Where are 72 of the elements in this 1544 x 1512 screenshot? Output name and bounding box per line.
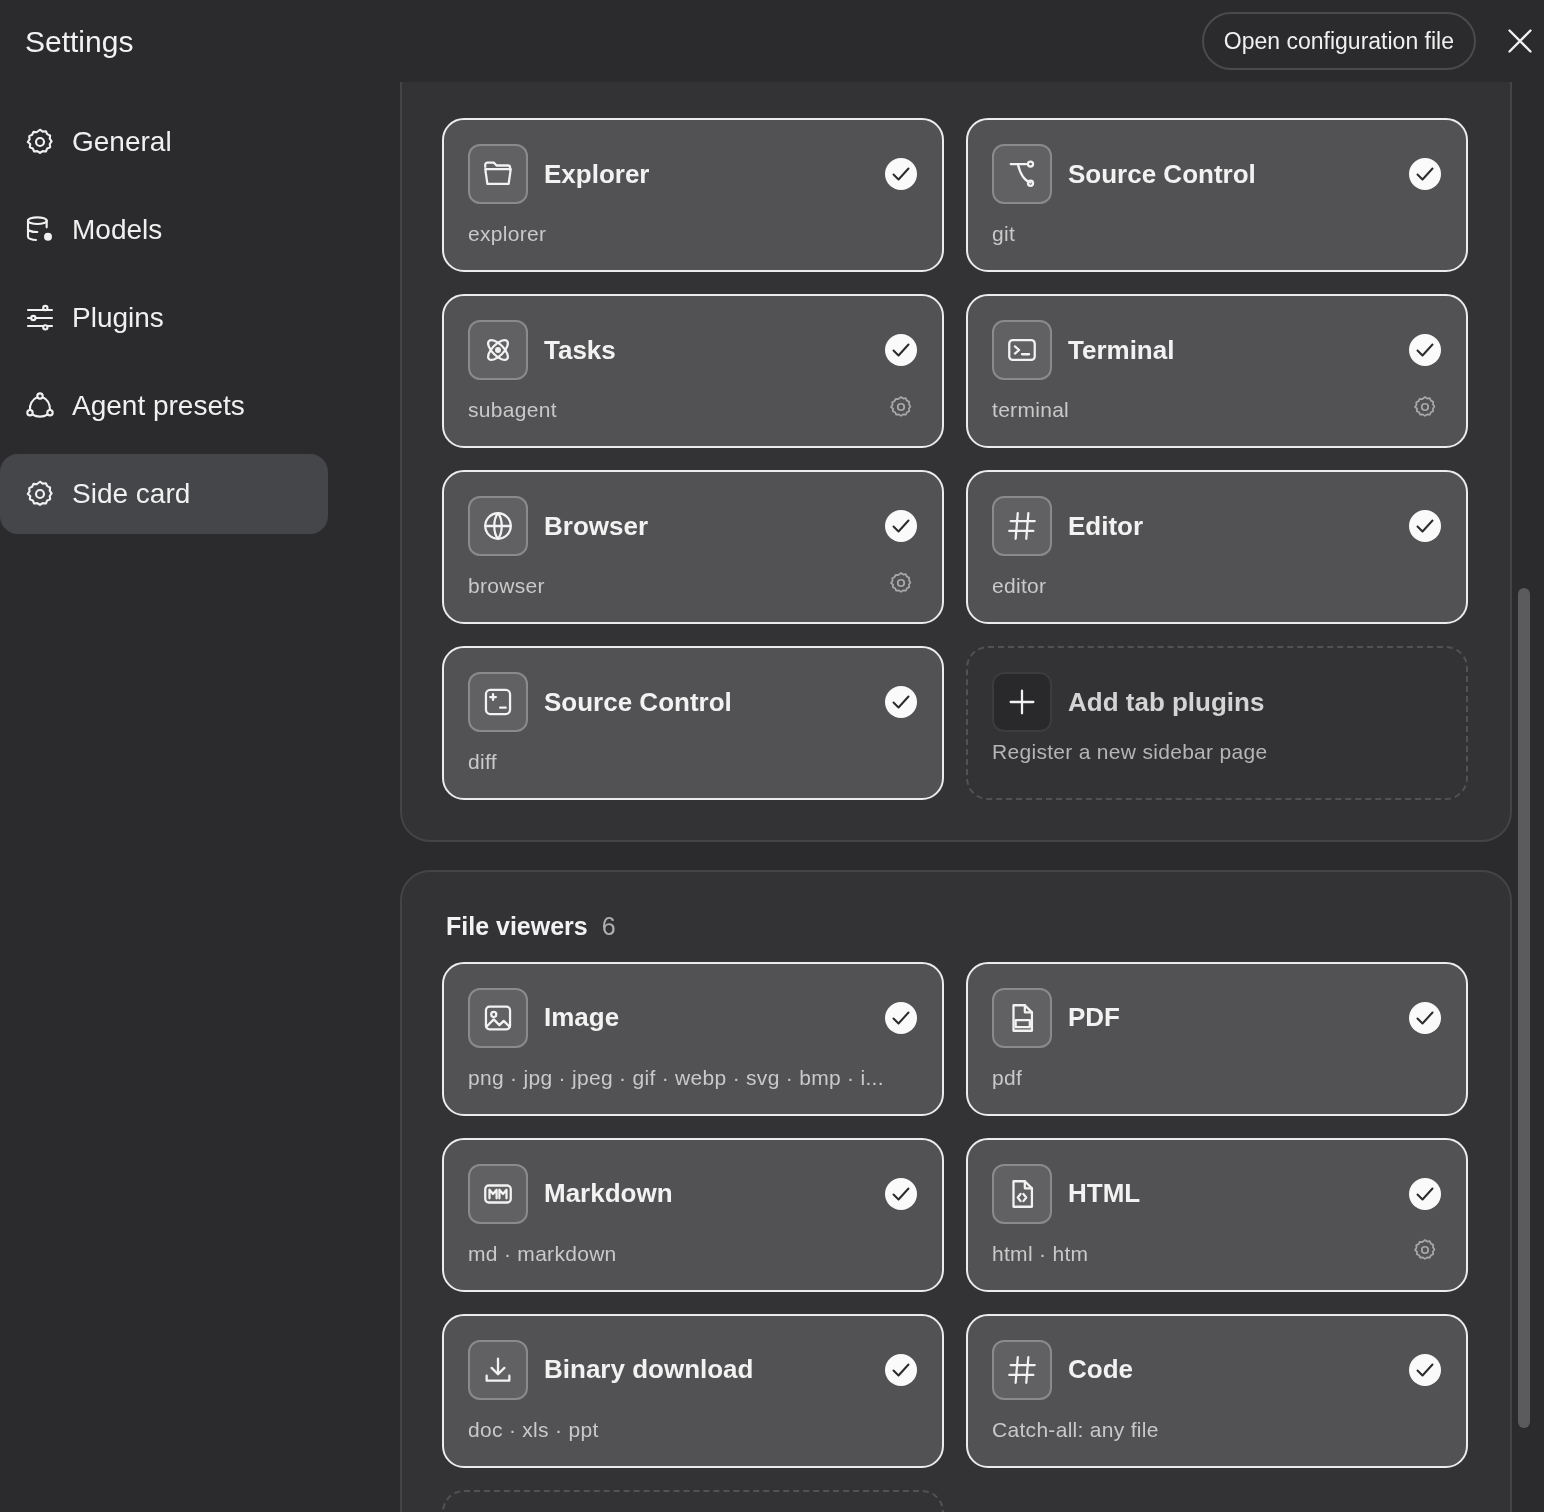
plugin-card[interactable]: Source Control git — [966, 118, 1468, 272]
card-subtitle: explorer — [468, 221, 547, 247]
card-title: Code — [1068, 1353, 1133, 1386]
plugin-card[interactable]: Explorer explorer — [442, 118, 944, 272]
checked-icon[interactable] — [1408, 509, 1442, 543]
card-title: Source Control — [1068, 157, 1256, 191]
sidebar-item[interactable]: Models — [0, 190, 328, 270]
plugin-card[interactable]: Image png · jpg · jpeg · gif · webp · svg · bmp · i... — [442, 961, 944, 1116]
sidebar-item[interactable]: Agent presets — [0, 366, 328, 446]
plugin-card[interactable]: Tasks subagent — [442, 294, 944, 448]
card-subtitle: diff — [468, 749, 497, 775]
card-title: PDF — [1068, 1001, 1120, 1034]
settings-icon[interactable] — [1412, 393, 1438, 420]
card-title: Add tab plugins — [1068, 685, 1265, 719]
plugin-card[interactable]: Code Catch-all: any file — [966, 1313, 1468, 1468]
section-title: File viewers — [446, 911, 588, 942]
checked-icon[interactable] — [884, 333, 918, 367]
plugin-card[interactable]: Markdown md · markdown — [442, 1137, 944, 1292]
add-plugin-card[interactable]: Add tab plugins Register a new sidebar page — [966, 646, 1468, 800]
card-title: Tasks — [544, 333, 616, 367]
plugin-card[interactable]: Terminal terminal — [966, 294, 1468, 448]
card-title: Browser — [544, 509, 649, 543]
checked-icon[interactable] — [884, 1000, 918, 1035]
plugin-card[interactable]: Binary download doc · xls · ppt — [442, 1313, 944, 1468]
plugin-card[interactable]: Editor editor — [966, 470, 1468, 624]
close-button[interactable] — [1506, 27, 1534, 55]
checked-icon[interactable] — [1408, 1352, 1442, 1387]
card-title: Image — [544, 1001, 620, 1034]
card-subtitle: md · markdown — [468, 1240, 617, 1267]
card-subtitle: Catch-all: any file — [992, 1416, 1159, 1443]
window-title: Settings — [25, 23, 134, 60]
card-subtitle: doc · xls · ppt — [468, 1416, 599, 1443]
checked-icon[interactable] — [884, 509, 918, 543]
checked-icon[interactable] — [884, 1352, 918, 1387]
card-title: Terminal — [1068, 333, 1175, 367]
card-subtitle: pdf — [992, 1064, 1023, 1091]
plugin-card[interactable]: Browser browser — [442, 470, 944, 624]
sidebar-item[interactable]: Side card — [0, 454, 328, 534]
checked-icon[interactable] — [1408, 157, 1442, 191]
checked-icon[interactable] — [884, 685, 918, 719]
open-config-button[interactable]: Open configuration file — [1201, 11, 1476, 71]
sidebar-item[interactable]: General — [0, 102, 328, 182]
scrollbar-thumb[interactable] — [1518, 588, 1530, 1428]
plugin-card[interactable]: Source Control diff — [442, 646, 944, 800]
card-subtitle: browser — [468, 573, 545, 599]
sliders-icon — [24, 302, 56, 334]
checked-icon[interactable] — [1408, 1000, 1442, 1035]
sidebar-item[interactable]: Plugins — [0, 278, 328, 358]
card-subtitle: git — [992, 221, 1016, 247]
card-subtitle: png · jpg · jpeg · gif · webp · svg · bmp · i... — [468, 1064, 884, 1091]
card-subtitle: subagent — [468, 397, 557, 423]
card-subtitle: html · htm — [992, 1240, 1089, 1267]
globe-icon — [481, 509, 515, 543]
section-count: 6 — [601, 911, 616, 942]
settings-icon[interactable] — [888, 393, 914, 420]
hash-icon — [1005, 509, 1039, 543]
card-title: Editor — [1068, 509, 1144, 543]
card-title: Explorer — [544, 157, 650, 191]
card-subtitle: terminal — [992, 397, 1070, 423]
card-subtitle: Register a new sidebar page — [992, 739, 1268, 765]
plugin-card[interactable]: PDF pdf — [966, 961, 1468, 1116]
card-title: Source Control — [544, 685, 732, 719]
card-subtitle: editor — [992, 573, 1047, 599]
card-title: Binary download — [544, 1353, 754, 1386]
settings-icon[interactable] — [888, 569, 914, 596]
checked-icon[interactable] — [1408, 1176, 1442, 1211]
checked-icon[interactable] — [884, 157, 918, 191]
checked-icon[interactable] — [884, 1176, 918, 1211]
card-title: HTML — [1068, 1177, 1141, 1210]
plugin-card[interactable]: HTML html · htm — [966, 1137, 1468, 1292]
checked-icon[interactable] — [1408, 333, 1442, 367]
card-title: Markdown — [544, 1177, 673, 1210]
